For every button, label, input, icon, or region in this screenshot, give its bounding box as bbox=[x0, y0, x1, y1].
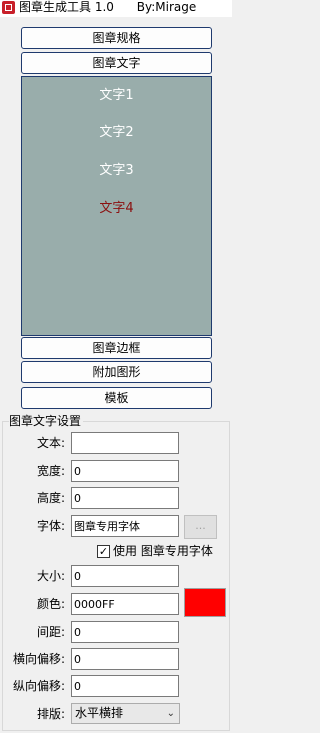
spacing-input[interactable] bbox=[71, 621, 179, 643]
width-input[interactable] bbox=[71, 460, 179, 482]
font-browse-button[interactable]: ... bbox=[184, 515, 217, 539]
layout-select[interactable]: 水平横排 ⌄ bbox=[71, 703, 180, 724]
text-settings-group-title: 图章文字设置 bbox=[9, 414, 84, 428]
vertical-offset-label: 纵向偏移: bbox=[12, 679, 65, 693]
extra-shape-button[interactable]: 附加图形 bbox=[21, 361, 212, 383]
stamp-border-button[interactable]: 图章边框 bbox=[21, 337, 212, 359]
chevron-down-icon: ⌄ bbox=[166, 708, 175, 719]
window-title: 图章生成工具 1.0 By:Mirage bbox=[19, 0, 197, 14]
font-label: 字体: bbox=[36, 519, 65, 533]
height-input[interactable] bbox=[71, 487, 179, 509]
size-label: 大小: bbox=[36, 569, 65, 583]
text-input[interactable] bbox=[71, 432, 179, 454]
stamp-spec-button[interactable]: 图章规格 bbox=[21, 27, 212, 49]
layout-label: 排版: bbox=[36, 707, 65, 721]
height-label: 高度: bbox=[36, 491, 65, 505]
color-swatch-button[interactable] bbox=[184, 588, 226, 617]
template-button[interactable]: 模板 bbox=[21, 387, 212, 409]
color-input[interactable] bbox=[71, 593, 179, 615]
use-font-checkbox[interactable]: ✓ bbox=[97, 545, 110, 558]
text-list-panel: 文字1 文字2 文字3 文字4 bbox=[21, 76, 212, 336]
stamp-text-button[interactable]: 图章文字 bbox=[21, 52, 212, 74]
size-input[interactable] bbox=[71, 565, 179, 587]
width-label: 宽度: bbox=[36, 464, 65, 478]
text-label: 文本: bbox=[36, 436, 65, 450]
app-stamp-icon bbox=[2, 1, 15, 14]
layout-select-value: 水平横排 bbox=[75, 706, 124, 720]
color-label: 颜色: bbox=[36, 597, 65, 611]
horizontal-offset-label: 横向偏移: bbox=[12, 652, 65, 666]
spacing-label: 间距: bbox=[36, 625, 65, 639]
horizontal-offset-input[interactable] bbox=[71, 648, 179, 670]
vertical-offset-input[interactable] bbox=[71, 675, 179, 697]
text-item-4-selected[interactable]: 文字4 bbox=[22, 201, 211, 217]
use-font-label: 使用 图章专用字体 bbox=[113, 544, 213, 558]
text-item-2[interactable]: 文字2 bbox=[22, 125, 211, 141]
text-item-3[interactable]: 文字3 bbox=[22, 163, 211, 179]
font-input[interactable] bbox=[71, 515, 179, 537]
text-item-1[interactable]: 文字1 bbox=[22, 88, 211, 104]
title-bar: 图章生成工具 1.0 By:Mirage bbox=[0, 0, 232, 17]
